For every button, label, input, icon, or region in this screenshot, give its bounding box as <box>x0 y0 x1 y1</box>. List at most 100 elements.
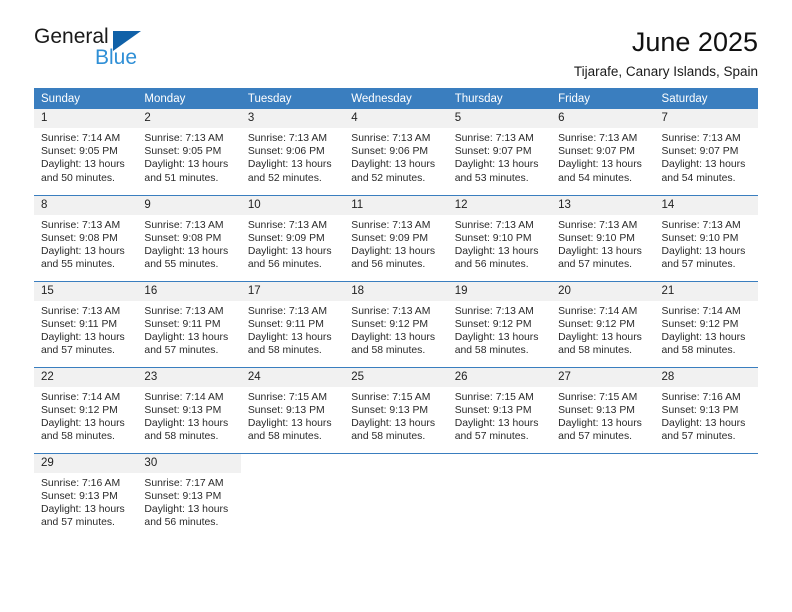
day-cell-empty <box>551 452 655 539</box>
day-details: Sunrise: 7:13 AM Sunset: 9:11 PM Daylight:… <box>137 301 240 358</box>
sunset-text: Sunset: 9:11 PM <box>247 318 324 330</box>
day-cell[interactable]: 1 Sunrise: 7:14 AM Sunset: 9:05 PM Daylight… <box>34 109 138 195</box>
sunset-text: Sunset: 9:06 PM <box>351 146 429 158</box>
daylight-text-line2: and 54 minutes. <box>558 172 633 184</box>
day-number: 30 <box>137 453 241 473</box>
sunset-text: Sunset: 9:05 PM <box>41 146 118 158</box>
day-cell[interactable]: 4 Sunrise: 7:13 AM Sunset: 9:06 PM Daylight… <box>344 109 448 195</box>
day-cell[interactable]: 25 Sunrise: 7:15 AM Sunset: 9:13 PM Dayligh… <box>344 366 448 453</box>
daylight-text-line2: and 58 minutes. <box>351 345 426 357</box>
day-cell[interactable]: 8 Sunrise: 7:13 AM Sunset: 9:08 PM Daylight… <box>34 194 138 281</box>
day-cell[interactable]: 30 Sunrise: 7:17 AM Sunset: 9:13 PM Dayligh… <box>137 452 241 539</box>
day-cell[interactable]: 16 Sunrise: 7:13 AM Sunset: 9:11 PM Dayligh… <box>137 280 241 367</box>
day-number: 15 <box>34 281 138 301</box>
sunset-text: Sunset: 9:05 PM <box>144 146 222 158</box>
day-details: Sunrise: 7:14 AM Sunset: 9:05 PM Daylight:… <box>34 128 137 185</box>
day-cell[interactable]: 14 Sunrise: 7:13 AM Sunset: 9:10 PM Dayligh… <box>654 194 758 281</box>
daylight-text-line2: and 57 minutes. <box>144 345 219 357</box>
week-row: 22 Sunrise: 7:14 AM Sunset: 9:12 PM Dayligh… <box>34 366 758 453</box>
day-cell[interactable]: 13 Sunrise: 7:13 AM Sunset: 9:10 PM Dayligh… <box>551 194 655 281</box>
weekday-header-wednesday: Wednesday <box>344 88 448 109</box>
sunset-text: Sunset: 9:07 PM <box>661 146 739 158</box>
day-details: Sunrise: 7:15 AM Sunset: 9:13 PM Daylight:… <box>241 387 344 444</box>
day-cell[interactable]: 6 Sunrise: 7:13 AM Sunset: 9:07 PM Daylight… <box>551 109 655 195</box>
day-cell[interactable]: 28 Sunrise: 7:16 AM Sunset: 9:13 PM Dayligh… <box>654 366 758 453</box>
daylight-text-line2: and 55 minutes. <box>41 259 115 271</box>
day-details: Sunrise: 7:13 AM Sunset: 9:05 PM Daylight:… <box>137 128 240 185</box>
day-cell[interactable]: 12 Sunrise: 7:13 AM Sunset: 9:10 PM Dayligh… <box>447 194 552 281</box>
day-number <box>448 454 551 473</box>
daylight-text-line1: Daylight: 13 hours <box>661 159 746 171</box>
day-details: Sunrise: 7:13 AM Sunset: 9:07 PM Daylight:… <box>655 128 758 185</box>
sunrise-text: Sunrise: 7:13 AM <box>247 305 327 317</box>
sunrise-text: Sunrise: 7:15 AM <box>558 391 638 403</box>
day-cell[interactable]: 29 Sunrise: 7:16 AM Sunset: 9:13 PM Dayligh… <box>34 452 138 539</box>
weekday-header-saturday: Saturday <box>654 88 758 109</box>
daylight-text-line2: and 57 minutes. <box>41 345 115 357</box>
day-cell[interactable]: 9 Sunrise: 7:13 AM Sunset: 9:08 PM Daylight… <box>137 194 241 281</box>
day-cell[interactable]: 21 Sunrise: 7:14 AM Sunset: 9:12 PM Dayligh… <box>654 280 758 367</box>
sunset-text: Sunset: 9:10 PM <box>558 232 635 244</box>
day-details: Sunrise: 7:15 AM Sunset: 9:13 PM Daylight:… <box>551 387 654 444</box>
sunrise-text: Sunrise: 7:13 AM <box>41 305 121 317</box>
day-cell-empty <box>654 452 758 539</box>
daylight-text-line2: and 53 minutes. <box>454 172 529 184</box>
daylight-text-line1: Daylight: 13 hours <box>661 417 746 429</box>
day-number: 28 <box>654 367 758 387</box>
sunrise-text: Sunrise: 7:13 AM <box>351 133 431 144</box>
day-cell[interactable]: 17 Sunrise: 7:13 AM Sunset: 9:11 PM Dayligh… <box>240 280 345 367</box>
sunrise-text: Sunrise: 7:13 AM <box>41 219 121 231</box>
sunrise-text: Sunrise: 7:13 AM <box>558 219 638 231</box>
day-cell[interactable]: 20 Sunrise: 7:14 AM Sunset: 9:12 PM Dayligh… <box>551 280 655 367</box>
day-cell[interactable]: 3 Sunrise: 7:13 AM Sunset: 9:06 PM Daylight… <box>240 109 345 195</box>
sunrise-text: Sunrise: 7:13 AM <box>351 219 431 231</box>
daylight-text-line1: Daylight: 13 hours <box>144 417 229 429</box>
sunset-text: Sunset: 9:13 PM <box>247 404 325 416</box>
day-cell[interactable]: 11 Sunrise: 7:13 AM Sunset: 9:09 PM Dayligh… <box>344 194 448 281</box>
day-cell[interactable]: 26 Sunrise: 7:15 AM Sunset: 9:13 PM Dayligh… <box>447 366 552 453</box>
week-row: 29 Sunrise: 7:16 AM Sunset: 9:13 PM Dayligh… <box>34 452 758 539</box>
day-cell[interactable]: 7 Sunrise: 7:13 AM Sunset: 9:07 PM Daylight… <box>654 109 758 195</box>
sunrise-text: Sunrise: 7:13 AM <box>247 219 327 231</box>
day-cell[interactable]: 15 Sunrise: 7:13 AM Sunset: 9:11 PM Dayligh… <box>34 280 138 367</box>
daylight-text-line2: and 52 minutes. <box>247 172 322 184</box>
weekday-header-sunday: Sunday <box>34 88 138 109</box>
day-cell[interactable]: 10 Sunrise: 7:13 AM Sunset: 9:09 PM Dayligh… <box>240 194 345 281</box>
daylight-text-line2: and 58 minutes. <box>247 345 322 357</box>
day-cell[interactable]: 22 Sunrise: 7:14 AM Sunset: 9:12 PM Dayligh… <box>34 366 138 453</box>
daylight-text-line1: Daylight: 13 hours <box>351 159 436 171</box>
sunrise-text: Sunrise: 7:16 AM <box>661 391 741 403</box>
day-cell[interactable]: 27 Sunrise: 7:15 AM Sunset: 9:13 PM Dayligh… <box>551 366 655 453</box>
day-details: Sunrise: 7:13 AM Sunset: 9:08 PM Daylight:… <box>34 215 137 272</box>
sunset-text: Sunset: 9:13 PM <box>558 404 635 416</box>
sunrise-text: Sunrise: 7:13 AM <box>661 133 741 144</box>
day-details: Sunrise: 7:13 AM Sunset: 9:11 PM Daylight:… <box>34 301 137 358</box>
day-number: 18 <box>344 281 448 301</box>
day-details: Sunrise: 7:13 AM Sunset: 9:07 PM Daylight:… <box>448 128 551 185</box>
day-number: 20 <box>551 281 655 301</box>
day-cell[interactable]: 24 Sunrise: 7:15 AM Sunset: 9:13 PM Dayligh… <box>240 366 345 453</box>
daylight-text-line2: and 57 minutes. <box>661 431 736 443</box>
day-number: 26 <box>447 367 552 387</box>
day-number: 8 <box>34 195 138 215</box>
day-cell[interactable]: 2 Sunrise: 7:13 AM Sunset: 9:05 PM Daylight… <box>137 109 241 195</box>
sunset-text: Sunset: 9:06 PM <box>247 146 325 158</box>
generalblue-logo[interactable]: General Blue <box>34 26 184 78</box>
sunset-text: Sunset: 9:13 PM <box>144 490 222 502</box>
daylight-text-line1: Daylight: 13 hours <box>41 159 125 171</box>
daylight-text-line2: and 57 minutes. <box>661 259 736 271</box>
day-cell[interactable]: 5 Sunrise: 7:13 AM Sunset: 9:07 PM Daylight… <box>447 109 552 195</box>
daylight-text-line1: Daylight: 13 hours <box>558 417 642 429</box>
day-details: Sunrise: 7:13 AM Sunset: 9:07 PM Daylight:… <box>551 128 654 185</box>
sunset-text: Sunset: 9:13 PM <box>144 404 222 416</box>
day-cell[interactable]: 23 Sunrise: 7:14 AM Sunset: 9:13 PM Dayligh… <box>137 366 241 453</box>
sunset-text: Sunset: 9:12 PM <box>661 318 739 330</box>
daylight-text-line2: and 56 minutes. <box>247 259 322 271</box>
sunrise-text: Sunrise: 7:17 AM <box>144 477 224 489</box>
day-details: Sunrise: 7:13 AM Sunset: 9:08 PM Daylight:… <box>137 215 240 272</box>
day-cell[interactable]: 19 Sunrise: 7:13 AM Sunset: 9:12 PM Dayligh… <box>447 280 552 367</box>
day-cell[interactable]: 18 Sunrise: 7:13 AM Sunset: 9:12 PM Dayligh… <box>344 280 448 367</box>
weekday-header-monday: Monday <box>137 88 241 109</box>
sunset-text: Sunset: 9:08 PM <box>144 232 222 244</box>
week-row: 1 Sunrise: 7:14 AM Sunset: 9:05 PM Daylight… <box>34 109 758 195</box>
